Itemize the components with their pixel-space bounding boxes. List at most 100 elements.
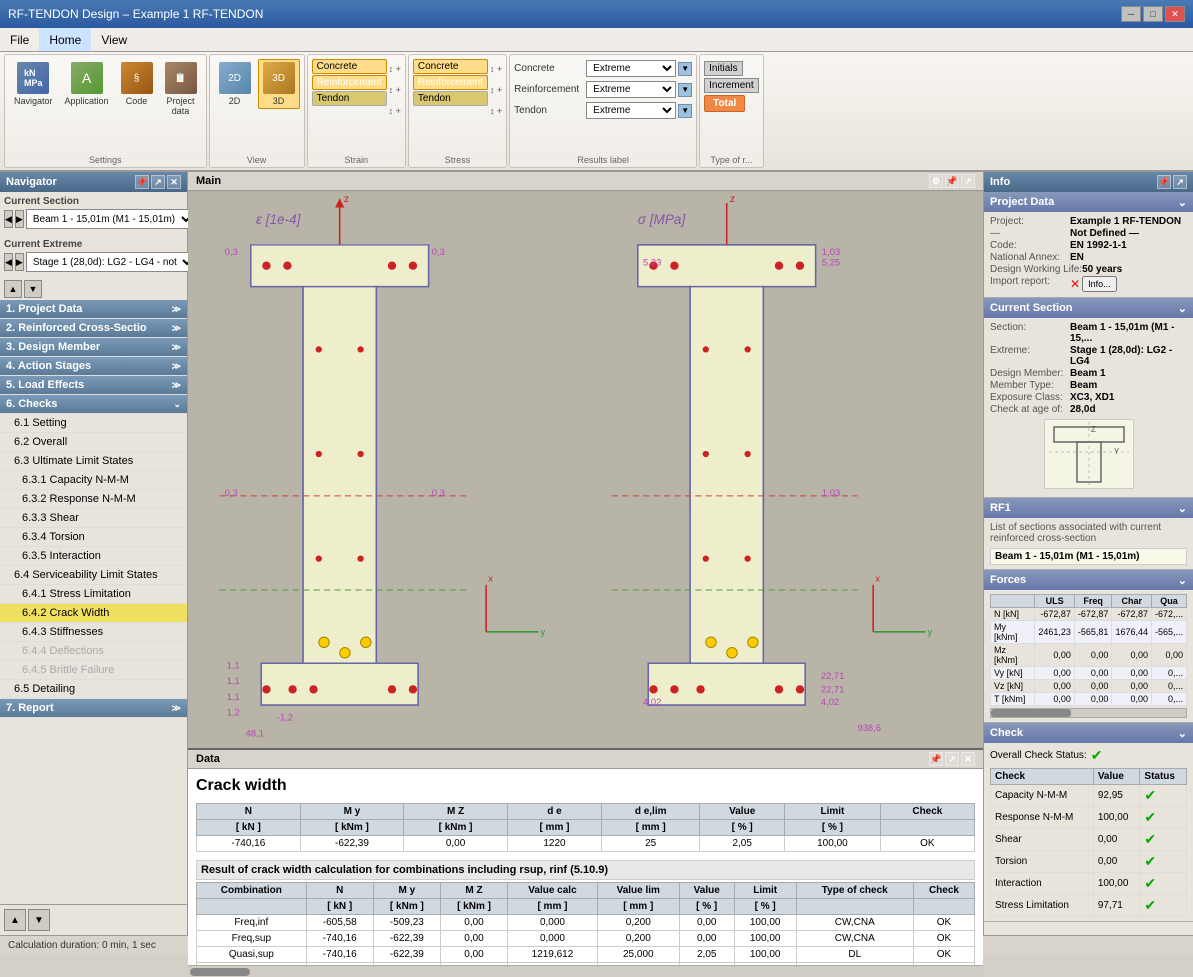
svg-text:1,1: 1,1 bbox=[227, 675, 240, 686]
tree-item-report[interactable]: 7. Report≫ bbox=[0, 699, 187, 718]
nav-bottom-up[interactable]: ▲ bbox=[4, 909, 26, 931]
current-section-select[interactable]: Beam 1 - 15,01m (M1 - 15,01m) bbox=[26, 209, 195, 229]
extreme-next-button[interactable]: ▶ bbox=[15, 253, 24, 271]
main-view-pin[interactable]: 📌 bbox=[945, 174, 959, 188]
minimize-button[interactable]: ─ bbox=[1121, 6, 1141, 22]
concrete-results-arrow[interactable]: ▼ bbox=[678, 62, 692, 76]
menu-home[interactable]: Home bbox=[39, 28, 91, 51]
data-scrollbar-thumb[interactable] bbox=[190, 968, 250, 976]
tree-item-brittle-failure[interactable]: 6.4.5 Brittle Failure bbox=[0, 661, 187, 680]
check-collapse: ⌄ bbox=[1178, 727, 1187, 740]
tree-item-setting[interactable]: 6.1 Setting bbox=[0, 414, 187, 433]
stress-concrete-button[interactable]: Concrete bbox=[413, 59, 488, 74]
info-panel: Info 📌 ↗ Project Data ⌄ Project: Example… bbox=[983, 172, 1193, 935]
nav-up-btn[interactable]: ▲ bbox=[4, 280, 22, 298]
data-panel-close[interactable]: ✕ bbox=[961, 752, 975, 766]
increment-button[interactable]: Increment bbox=[704, 78, 758, 93]
section-prev-button[interactable]: ◀ bbox=[4, 210, 13, 228]
code-button[interactable]: § Code bbox=[116, 59, 158, 109]
project-data-collapse: ⌄ bbox=[1178, 196, 1187, 209]
tree-item-response-nmm[interactable]: 6.3.2 Response N-M-M bbox=[0, 490, 187, 509]
units-button[interactable]: kNMPa Navigator bbox=[9, 59, 58, 109]
total-button[interactable]: Total bbox=[704, 95, 745, 112]
strain-reinforcement-button[interactable]: Reinforcement bbox=[312, 75, 387, 90]
application-button[interactable]: A Application bbox=[60, 59, 114, 109]
tree-item-deflections[interactable]: 6.4.4 Deflections bbox=[0, 642, 187, 661]
forces-scrollbar-thumb[interactable] bbox=[991, 709, 1071, 717]
strain-concrete-button[interactable]: Concrete bbox=[312, 59, 387, 74]
tree-item-capacity-nmm[interactable]: 6.3.1 Capacity N-M-M bbox=[0, 471, 187, 490]
strain-tendon-button[interactable]: Tendon bbox=[312, 91, 387, 106]
main-view-expand[interactable]: ↗ bbox=[961, 174, 975, 188]
tree-item-reinforced-section[interactable]: 2. Reinforced Cross-Sectio≫ bbox=[0, 319, 187, 338]
forces-scrollbar[interactable] bbox=[990, 708, 1187, 718]
menu-view[interactable]: View bbox=[91, 28, 137, 51]
current-section-info-header[interactable]: Current Section ⌄ bbox=[984, 298, 1193, 318]
svg-text:y: y bbox=[541, 626, 546, 637]
tree-item-design-member[interactable]: 3. Design Member≫ bbox=[0, 338, 187, 357]
initials-button[interactable]: Initials bbox=[704, 61, 742, 76]
tendon-results-select[interactable]: Extreme bbox=[586, 102, 676, 119]
maximize-button[interactable]: □ bbox=[1143, 6, 1163, 22]
tree-item-project-data[interactable]: 1. Project Data≫ bbox=[0, 300, 187, 319]
data-scrollbar[interactable] bbox=[188, 965, 983, 977]
reinf-results-select[interactable]: Extreme bbox=[586, 81, 676, 98]
check-header[interactable]: Check ⌄ bbox=[984, 723, 1193, 743]
data-panel-pin[interactable]: 📌 bbox=[929, 752, 943, 766]
tree-item-torsion[interactable]: 6.3.4 Torsion bbox=[0, 528, 187, 547]
close-button[interactable]: ✕ bbox=[1165, 6, 1185, 22]
tendon-results-arrow[interactable]: ▼ bbox=[678, 104, 692, 118]
project-data-header[interactable]: Project Data ⌄ bbox=[984, 192, 1193, 212]
nav-close-button[interactable]: ✕ bbox=[167, 175, 181, 189]
tree-item-sls[interactable]: 6.4 Serviceability Limit States bbox=[0, 566, 187, 585]
reinf-results-arrow[interactable]: ▼ bbox=[678, 83, 692, 97]
current-extreme-select[interactable]: Stage 1 (28,0d): LG2 - LG4 - not bbox=[26, 252, 196, 272]
nav-bottom-down[interactable]: ▼ bbox=[28, 909, 50, 931]
3d-button[interactable]: 3D 3D bbox=[258, 59, 300, 109]
tree-item-stiffnesses[interactable]: 6.4.3 Stiffnesses bbox=[0, 623, 187, 642]
nav-float-button[interactable]: ↗ bbox=[151, 175, 165, 189]
tree-item-checks[interactable]: 6. Checks⌄ bbox=[0, 395, 187, 414]
tree-item-load-effects[interactable]: 5. Load Effects≫ bbox=[0, 376, 187, 395]
navigator-header-icons: 📌 ↗ ✕ bbox=[135, 175, 181, 189]
current-section-info-content: Section:Beam 1 - 15,01m (M1 - 15,... Ext… bbox=[984, 318, 1193, 497]
tree-item-action-stages[interactable]: 4. Action Stages≫ bbox=[0, 357, 187, 376]
section-next-button[interactable]: ▶ bbox=[15, 210, 24, 228]
stress-tendon-button[interactable]: Tendon bbox=[413, 91, 488, 106]
stress-reinforcement-button[interactable]: Reinforcement bbox=[413, 75, 488, 90]
info-float-btn[interactable]: ↗ bbox=[1173, 175, 1187, 189]
tree-item-crack-width[interactable]: 6.4.2 Crack Width bbox=[0, 604, 187, 623]
info-pin-btn[interactable]: 📌 bbox=[1157, 175, 1171, 189]
info-button[interactable]: Info... bbox=[1082, 276, 1117, 292]
nav-pin-button[interactable]: 📌 bbox=[135, 175, 149, 189]
tree-item-interaction[interactable]: 6.3.5 Interaction bbox=[0, 547, 187, 566]
strain-plus-icons: ↕ + bbox=[389, 59, 401, 79]
tree-item-shear[interactable]: 6.3.3 Shear bbox=[0, 509, 187, 528]
data-panel-float[interactable]: ↗ bbox=[945, 752, 959, 766]
concrete-results-select[interactable]: Extreme bbox=[586, 60, 676, 77]
check-table: Check Value Status Capacity N-M-M 92,95 … bbox=[990, 768, 1187, 917]
tree-item-overall[interactable]: 6.2 Overall bbox=[0, 433, 187, 452]
tree-item-uls[interactable]: 6.3 Ultimate Limit States bbox=[0, 452, 187, 471]
current-section-row: ◀ ▶ Beam 1 - 15,01m (M1 - 15,01m) ▼ bbox=[4, 209, 183, 229]
2d-button[interactable]: 2D 2D bbox=[214, 59, 256, 109]
svg-text:5,23: 5,23 bbox=[643, 257, 661, 268]
svg-text:x: x bbox=[875, 573, 880, 584]
tree-item-detailing[interactable]: 6.5 Detailing bbox=[0, 680, 187, 699]
menu-file[interactable]: File bbox=[0, 28, 39, 51]
code-row: Code: EN 1992-1-1 bbox=[990, 240, 1187, 251]
svg-text:Y: Y bbox=[1114, 447, 1120, 456]
forces-header[interactable]: Forces ⌄ bbox=[984, 570, 1193, 590]
settings-buttons: kNMPa Navigator A Application § Code 📋 P… bbox=[9, 57, 202, 153]
svg-text:z: z bbox=[730, 194, 735, 205]
main-canvas[interactable]: ε [1e-4] σ [MPa] bbox=[188, 191, 983, 748]
project-data-label: Projectdata bbox=[167, 96, 195, 116]
subh-value: [ % ] bbox=[700, 820, 785, 836]
extreme-prev-button[interactable]: ◀ bbox=[4, 253, 13, 271]
main-view-settings[interactable]: ⚙ bbox=[929, 174, 943, 188]
project-data-button[interactable]: 📋 Projectdata bbox=[160, 59, 202, 119]
nav-down-btn[interactable]: ▼ bbox=[24, 280, 42, 298]
check-status-icon: ✔ bbox=[1144, 787, 1156, 803]
tree-item-stress-limitation[interactable]: 6.4.1 Stress Limitation bbox=[0, 585, 187, 604]
rf1-header[interactable]: RF1 ⌄ bbox=[984, 498, 1193, 518]
